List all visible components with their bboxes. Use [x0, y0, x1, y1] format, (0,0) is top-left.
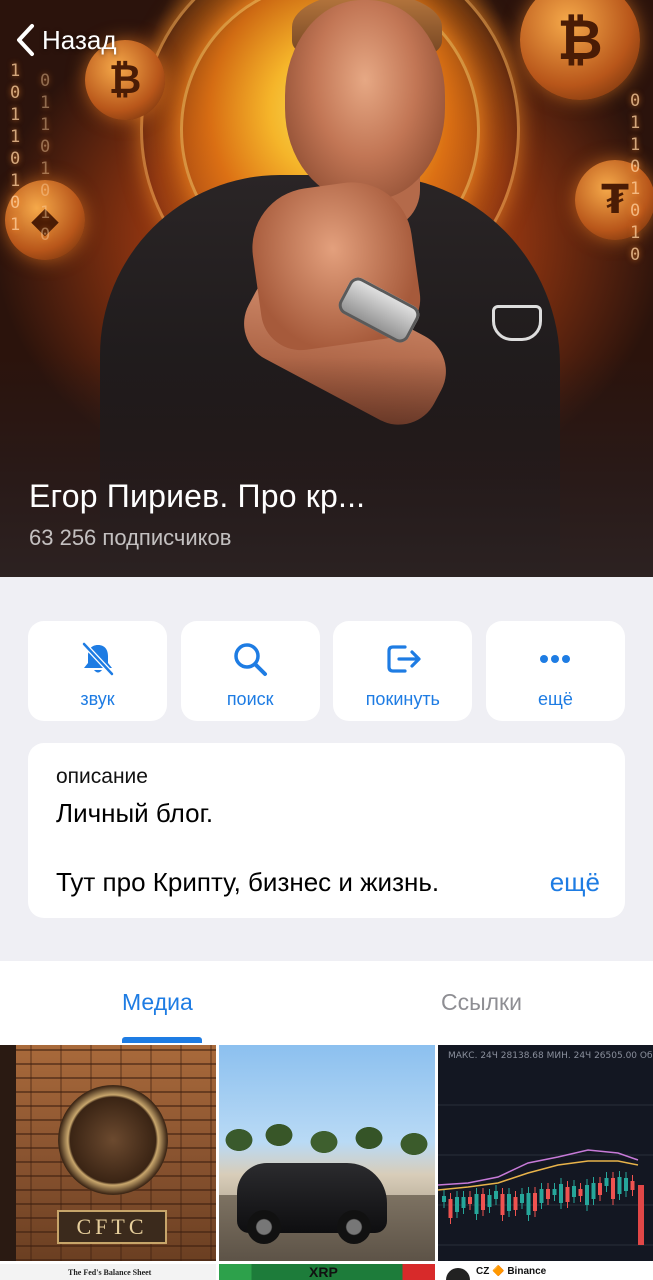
candlestick-chart — [438, 1104, 653, 1246]
leave-icon — [387, 645, 421, 673]
candle-body — [604, 1178, 609, 1186]
candle-body — [468, 1197, 472, 1204]
candle-body — [481, 1194, 485, 1210]
avatar — [446, 1268, 470, 1280]
candle-body — [500, 1194, 505, 1215]
candle-body — [533, 1193, 537, 1211]
candle-body — [494, 1191, 498, 1199]
candle-body — [617, 1177, 622, 1194]
shirt-logo-icon — [492, 305, 542, 341]
candle-body — [565, 1187, 570, 1202]
mute-button[interactable]: звук — [28, 621, 167, 721]
candle-body — [591, 1183, 596, 1199]
active-tab-indicator — [122, 1037, 202, 1043]
mute-label: звук — [80, 689, 115, 709]
candle-body — [611, 1178, 615, 1199]
media-thumbnail[interactable]: МАКС. 24Ч 28138.68 МИН. 24Ч 26505.00 Обо… — [438, 1045, 653, 1261]
candle-body — [520, 1194, 524, 1203]
cftc-seal-icon — [58, 1085, 168, 1195]
media-thumbnail[interactable] — [219, 1045, 435, 1261]
cftc-plate: CFTC — [57, 1210, 167, 1244]
media-thumbnail[interactable]: CZ 🔶 Binance — [438, 1264, 653, 1280]
media-thumbnail[interactable]: The Fed's Balance Sheet — [0, 1264, 216, 1280]
more-label: ещё — [538, 689, 573, 709]
candle-body — [513, 1197, 518, 1210]
candle-body — [507, 1194, 511, 1211]
media-tabs: Медиа Ссылки — [0, 961, 653, 1045]
subscriber-count: 63 256 подписчиков — [29, 525, 232, 550]
car-wheel — [247, 1210, 281, 1244]
candle-body — [546, 1189, 550, 1199]
search-icon — [234, 643, 268, 676]
candle-body — [526, 1193, 531, 1215]
back-button[interactable]: Назад — [12, 20, 117, 60]
action-bar: звук поиск покинуть ещё — [28, 621, 625, 721]
description-card: описание Личный блог. Тут про Крипту, би… — [28, 743, 625, 918]
more-button[interactable]: ещё — [485, 621, 625, 721]
candle-body — [559, 1184, 563, 1203]
candle-body — [474, 1194, 479, 1214]
chart-header: МАКС. 24Ч 28138.68 МИН. 24Ч 26505.00 Обо… — [448, 1051, 653, 1061]
candle-body — [552, 1189, 557, 1195]
candle-body — [539, 1189, 544, 1203]
candle-body — [578, 1189, 583, 1196]
channel-title: Егор Пириев. Про кр... — [29, 478, 366, 514]
media-thumbnail[interactable]: XRP — [219, 1264, 435, 1280]
description-more-link[interactable]: ещё — [550, 867, 600, 898]
thumbnail-title: CZ 🔶 Binance — [476, 1266, 547, 1277]
candle-body — [572, 1186, 576, 1197]
candle-body — [624, 1178, 628, 1191]
car-wheel — [337, 1210, 371, 1244]
candle-body — [487, 1195, 492, 1207]
candle-body — [442, 1196, 446, 1202]
thumbnail-title: The Fed's Balance Sheet — [68, 1268, 152, 1277]
tab-links[interactable]: Ссылки — [441, 989, 522, 1016]
candle-body — [455, 1197, 459, 1212]
more-dots-icon — [540, 655, 571, 663]
description-line: Личный блог. — [56, 798, 214, 828]
binary-column: 01101010 — [630, 91, 641, 265]
leave-button[interactable]: покинуть — [333, 621, 473, 721]
candle-body — [448, 1199, 453, 1218]
leave-label: покинуть — [365, 689, 440, 709]
candle-body — [598, 1183, 602, 1195]
back-label: Назад — [42, 24, 117, 55]
search-label: поиск — [226, 689, 274, 709]
bell-slash-icon — [81, 642, 114, 676]
description-heading: описание — [56, 765, 148, 788]
chevron-left-icon — [17, 24, 34, 56]
media-grid: CFTC МАКС. 24Ч 28138.68 МИН. 24Ч 26505.0… — [0, 1045, 653, 1280]
thumbnail-title: XRP — [309, 1264, 338, 1280]
candle-body — [630, 1181, 635, 1190]
bitcoin-coin-icon: ₿ — [520, 0, 640, 100]
candle-body — [461, 1197, 466, 1208]
tab-media[interactable]: Медиа — [122, 989, 193, 1016]
candle-body — [585, 1185, 589, 1205]
person-head — [285, 0, 445, 200]
window-frame — [0, 1045, 16, 1261]
description-line: Тут про Крипту, бизнес и жизнь. — [56, 867, 440, 897]
palm-trees — [219, 1110, 435, 1170]
media-thumbnail[interactable]: CFTC — [0, 1045, 216, 1261]
binary-column: 10110101 — [10, 61, 21, 235]
binary-column: 01101010 — [40, 71, 51, 245]
search-button[interactable]: поиск — [180, 621, 320, 721]
